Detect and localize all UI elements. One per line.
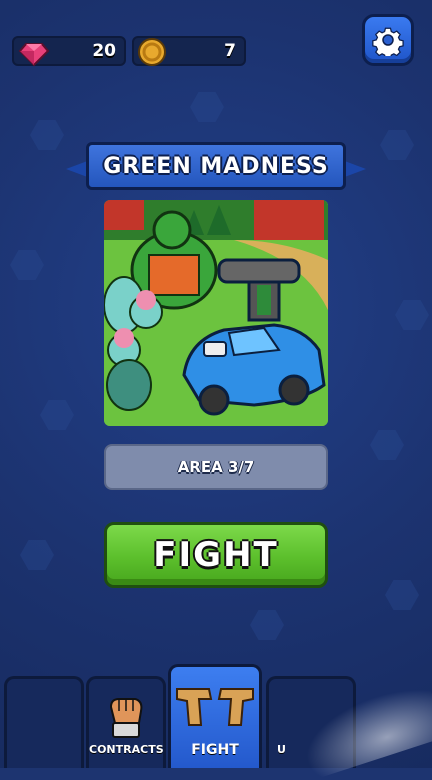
coins-counter[interactable]: 7 [132, 36, 246, 66]
level-banner: GREEN MADNESS [66, 142, 366, 194]
nav-tab-fight-label: FIGHT [191, 742, 239, 758]
coin-icon [138, 38, 166, 66]
gem-icon [18, 43, 50, 67]
area-progress: AREA 3/7 [104, 444, 328, 490]
level-artwork [104, 200, 328, 426]
nav-tab-contracts-label: CONTRACTS [89, 743, 164, 756]
fight-button-label: FIGHT [153, 535, 279, 575]
area-label: AREA 3/7 [177, 458, 255, 476]
pistols-icon [176, 688, 254, 726]
nav-tab-empty[interactable] [4, 676, 84, 768]
fist-icon [109, 698, 143, 738]
nav-tab-contracts[interactable]: CONTRACTS [86, 676, 166, 768]
settings-button[interactable] [362, 14, 414, 66]
coins-value: 7 [224, 41, 236, 61]
gear-icon [372, 27, 404, 56]
gems-counter[interactable]: 20 [12, 36, 126, 67]
level-image [104, 200, 328, 426]
gems-value: 20 [92, 41, 116, 61]
fight-button[interactable]: FIGHT [104, 522, 328, 588]
banner-body: GREEN MADNESS [86, 142, 346, 190]
nav-tab-fight[interactable]: FIGHT [168, 664, 262, 768]
level-title: GREEN MADNESS [103, 153, 329, 179]
